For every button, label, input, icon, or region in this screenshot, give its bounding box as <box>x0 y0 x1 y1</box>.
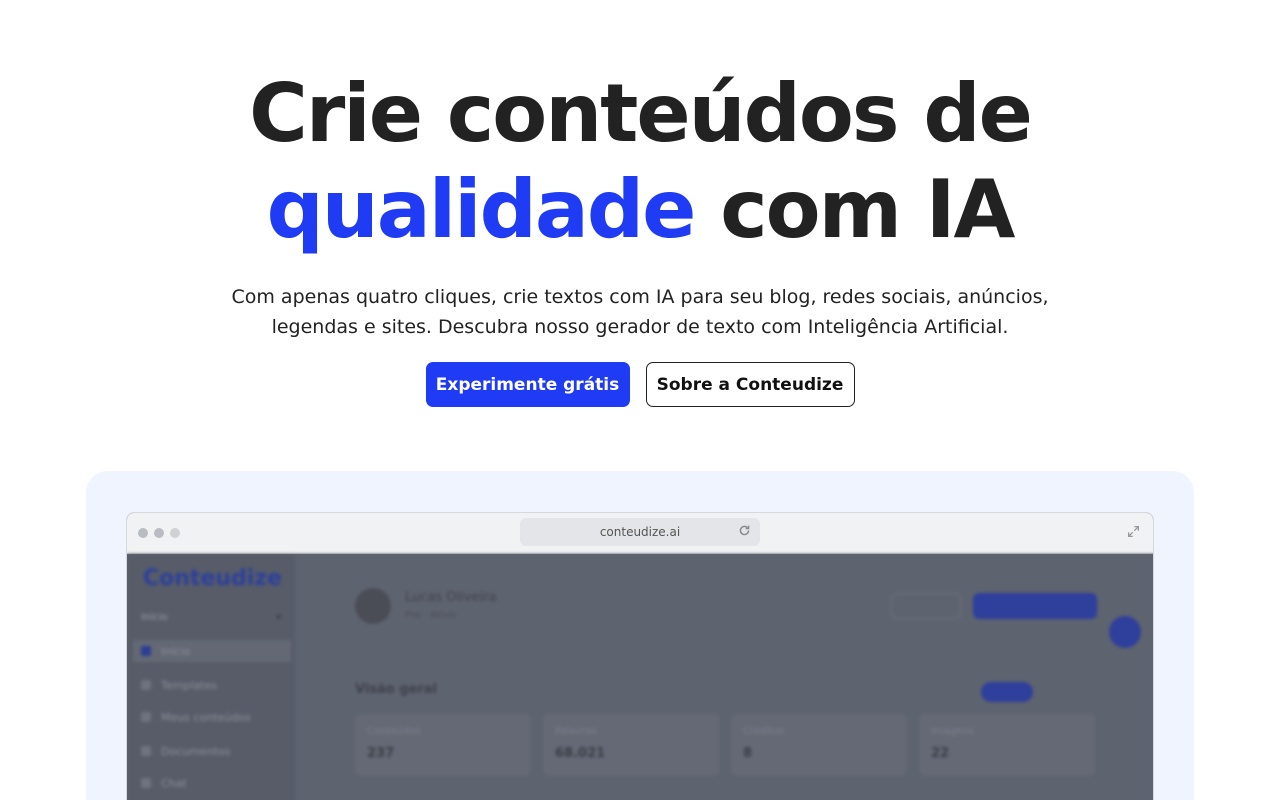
sidebar-item-label: Templates <box>161 678 217 692</box>
stat-label: Imagens <box>931 726 974 737</box>
stat-label: Palavras <box>555 726 597 737</box>
app-sidebar: Conteudize Início ▾ Início Templates Meu… <box>127 554 295 800</box>
hero-title-line1: Crie conteúdos de <box>249 67 1033 160</box>
avatar <box>355 588 391 624</box>
browser-toolbar: conteudize.ai <box>127 513 1153 554</box>
window-dot-icon <box>154 528 164 538</box>
sidebar-item-label: Início <box>161 644 191 658</box>
stat-card: Imagens 22 <box>919 714 1095 776</box>
stat-value: 68.021 <box>555 746 606 761</box>
hero-title-accent: qualidade <box>266 163 697 256</box>
sidebar-select: Início ▾ <box>141 612 281 630</box>
about-button[interactable]: Sobre a Conteudize <box>645 362 855 407</box>
address-bar[interactable]: conteudize.ai <box>520 518 760 546</box>
sidebar-item: Meus conteúdos <box>141 706 281 728</box>
hero-title: Crie conteúdos de qualidade com IA <box>0 66 1280 258</box>
sidebar-item: Templates <box>141 674 281 696</box>
sidebar-item-label: Documentos <box>161 744 231 758</box>
window-dot-icon <box>170 528 180 538</box>
app-screenshot: Conteudize Início ▾ Início Templates Meu… <box>127 554 1153 800</box>
app-primary-button <box>973 593 1097 619</box>
stat-label: Conteúdos <box>367 726 421 737</box>
browser-mockup: conteudize.ai Conteudize Início ▾ Início… <box>126 512 1154 800</box>
sidebar-item: Documentos <box>141 740 281 762</box>
stat-card: Créditos 8 <box>731 714 907 776</box>
menu-icon <box>141 680 151 690</box>
sidebar-item: Chat <box>141 772 281 794</box>
hero-subtitle: Com apenas quatro cliques, crie textos c… <box>231 286 1049 338</box>
menu-icon <box>141 746 151 756</box>
stat-label: Créditos <box>743 726 785 737</box>
try-free-button[interactable]: Experimente grátis <box>425 362 630 407</box>
cta-row: Experimente grátis Sobre a Conteudize <box>0 362 1280 407</box>
reload-icon[interactable] <box>738 524 752 538</box>
sidebar-item-label: Chat <box>161 776 187 790</box>
filter-pill <box>981 682 1033 702</box>
stat-card: Palavras 68.021 <box>543 714 719 776</box>
url-text: conteudize.ai <box>599 525 681 539</box>
menu-icon <box>141 778 151 788</box>
menu-icon <box>141 712 151 722</box>
expand-icon[interactable] <box>1127 525 1141 539</box>
chevron-down-icon: ▾ <box>275 612 281 623</box>
menu-icon <box>141 646 151 656</box>
app-outline-button <box>891 593 961 619</box>
sidebar-select-label: Início <box>141 612 168 623</box>
app-fab-button <box>1109 616 1141 648</box>
stat-value: 22 <box>931 746 950 761</box>
user-subtitle: Pro · Ativo <box>405 610 456 621</box>
user-name: Lucas Oliveira <box>405 590 497 605</box>
sidebar-item: Início <box>133 640 291 662</box>
overview-title: Visão geral <box>355 682 438 697</box>
stat-value: 237 <box>367 746 395 761</box>
sidebar-item-label: Meus conteúdos <box>161 710 251 724</box>
stat-card: Conteúdos 237 <box>355 714 531 776</box>
hero-title-rest: com IA <box>694 163 1015 256</box>
window-dot-icon <box>138 528 148 538</box>
app-logo: Conteudize <box>143 566 283 591</box>
stat-value: 8 <box>743 746 753 761</box>
